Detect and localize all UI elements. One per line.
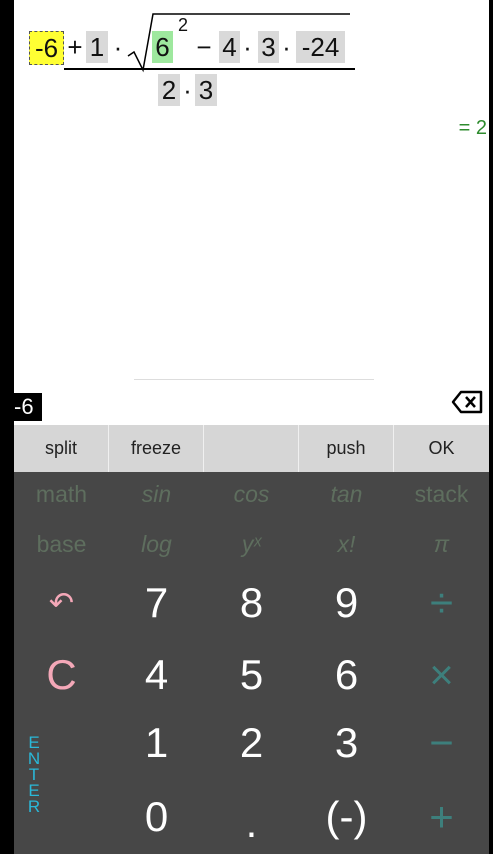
tan-key[interactable]: tan (299, 472, 394, 516)
math-key[interactable]: math (14, 472, 109, 516)
digit-4-key[interactable]: 4 (109, 640, 204, 710)
expr-dot: · (282, 32, 291, 62)
negate-key[interactable]: (-) (299, 782, 394, 852)
multiply-key[interactable]: × (394, 640, 489, 710)
undo-key[interactable]: ↶ (14, 568, 109, 638)
keypad: math sin cos tan stack base log yˣ x! π … (14, 472, 489, 854)
blank-button[interactable] (204, 425, 299, 472)
expr-term-selected[interactable]: -6 (29, 31, 64, 65)
expr-term-sqrt-base[interactable]: 6 (152, 31, 173, 63)
digit-3-key[interactable]: 3 (299, 708, 394, 778)
expr-exponent: 2 (177, 15, 188, 35)
push-button[interactable]: push (299, 425, 394, 472)
digit-5-key[interactable]: 5 (204, 640, 299, 710)
pi-key[interactable]: π (394, 522, 489, 566)
enter-letter: R (27, 797, 41, 816)
minus-key[interactable]: − (394, 708, 489, 778)
digit-1-key[interactable]: 1 (109, 708, 204, 778)
expr-term-denominator[interactable]: 3 (195, 74, 217, 106)
expr-term[interactable]: 3 (258, 31, 279, 63)
digit-8-key[interactable]: 8 (204, 568, 299, 638)
expr-minus: − (196, 32, 212, 62)
factorial-key[interactable]: x! (299, 522, 394, 566)
expr-dot: · (183, 75, 192, 105)
expr-dot: · (113, 32, 123, 62)
sin-key[interactable]: sin (109, 472, 204, 516)
right-edge (489, 0, 493, 854)
left-edge (0, 0, 14, 854)
expr-term[interactable]: 1 (86, 31, 108, 63)
expr-term-denominator[interactable]: 2 (158, 74, 180, 106)
digit-6-key[interactable]: 6 (299, 640, 394, 710)
input-field[interactable]: -6 (14, 393, 42, 421)
split-button[interactable]: split (14, 425, 109, 472)
freeze-button[interactable]: freeze (109, 425, 204, 472)
decimal-key[interactable]: . (204, 788, 299, 858)
base-key[interactable]: base (14, 522, 109, 566)
stack-key[interactable]: stack (394, 472, 489, 516)
divider (134, 379, 374, 380)
log-key[interactable]: log (109, 522, 204, 566)
divide-key[interactable]: ÷ (394, 568, 489, 638)
undo-icon: ↶ (48, 586, 75, 620)
plus-key[interactable]: + (394, 782, 489, 852)
ok-button[interactable]: OK (394, 425, 489, 472)
digit-7-key[interactable]: 7 (109, 568, 204, 638)
enter-key[interactable]: E N T E R (14, 700, 54, 850)
result-value: = 2 (458, 117, 487, 139)
cos-key[interactable]: cos (204, 472, 299, 516)
fraction-bar (64, 68, 355, 70)
backspace-icon[interactable] (451, 389, 483, 415)
digit-0-key[interactable]: 0 (109, 782, 204, 852)
expr-plus: + (67, 32, 83, 62)
power-key[interactable]: yˣ (204, 522, 299, 566)
expr-term[interactable]: -24 (296, 31, 345, 63)
digit-2-key[interactable]: 2 (204, 708, 299, 778)
action-toolbar: split freeze push OK (14, 425, 489, 472)
digit-9-key[interactable]: 9 (299, 568, 394, 638)
expr-dot: · (243, 32, 252, 62)
expr-term[interactable]: 4 (219, 31, 240, 63)
